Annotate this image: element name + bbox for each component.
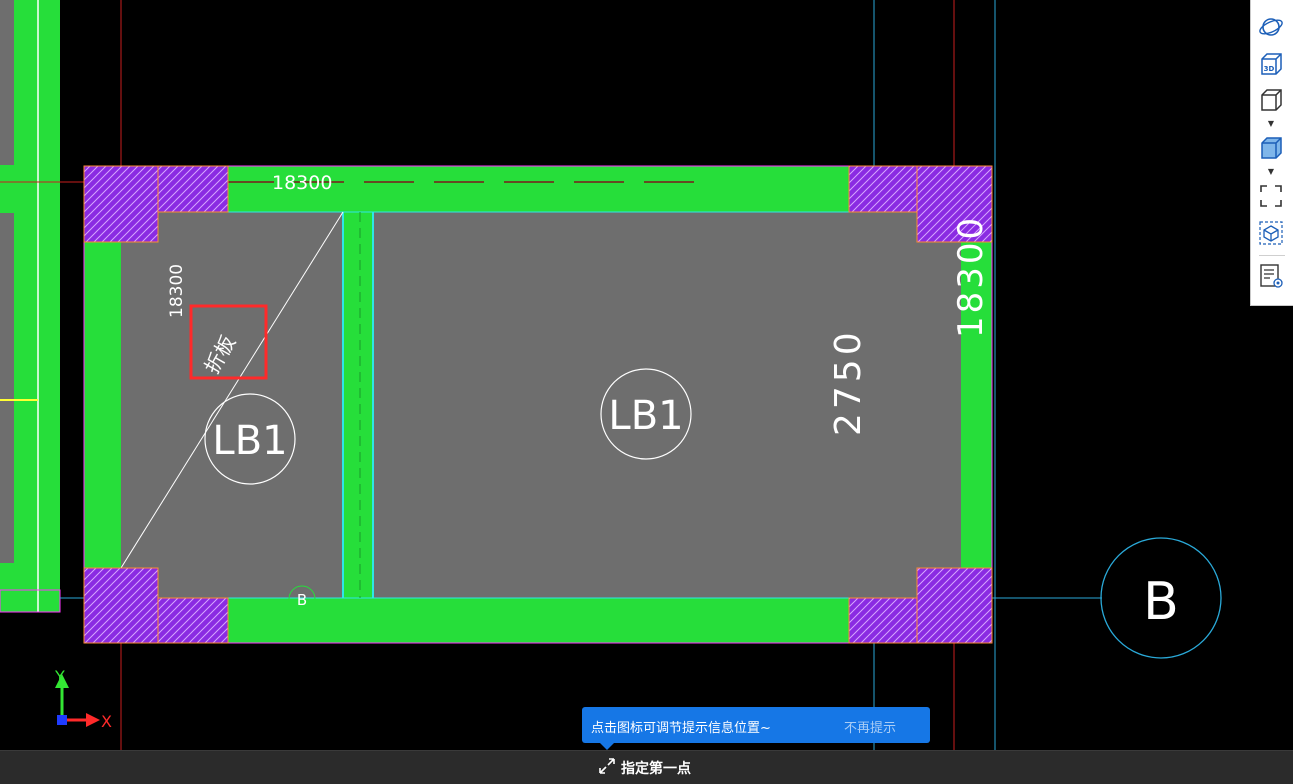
left-partial-structure xyxy=(0,0,61,613)
axis-label-small: B xyxy=(297,591,307,609)
dont-show-again-link[interactable]: 不再提示 xyxy=(844,717,896,736)
shaded-view-button[interactable] xyxy=(1257,134,1285,162)
wireframe-cube-icon xyxy=(1258,87,1284,113)
zoom-extents-button[interactable] xyxy=(1257,182,1285,210)
svg-text:3D: 3D xyxy=(1264,65,1275,73)
shaded-cube-icon xyxy=(1258,135,1284,161)
wireframe-view-button[interactable] xyxy=(1257,86,1285,114)
hint-message: 点击图标可调节提示信息位置~ xyxy=(591,721,771,736)
zoom-extents-icon xyxy=(1258,183,1284,209)
cad-drawing[interactable]: 18300 18300 18300 2750 LB1 LB1 折板 B B Y … xyxy=(0,0,1293,750)
caret-down-icon[interactable]: ▼ xyxy=(1266,168,1276,176)
ucs-y-label: Y xyxy=(54,667,65,686)
slab-left[interactable] xyxy=(121,212,343,598)
orbit-button[interactable] xyxy=(1257,13,1285,41)
hint-tooltip[interactable]: 点击图标可调节提示信息位置~ 不再提示 xyxy=(582,707,930,750)
slab-label-right: LB1 xyxy=(608,393,683,439)
dimension-left: 18300 xyxy=(167,264,187,318)
dimension-top: 18300 xyxy=(272,172,332,194)
drawing-canvas[interactable]: 18300 18300 18300 2750 LB1 LB1 折板 B B Y … xyxy=(0,0,1293,750)
view-toolbar: 3D ▼ ▼ xyxy=(1250,0,1293,306)
adjust-position-icon[interactable] xyxy=(597,756,617,776)
isolate-view-button[interactable] xyxy=(1257,219,1285,247)
orbit-icon xyxy=(1258,14,1284,40)
dimension-slab-span: 2750 xyxy=(828,328,869,436)
tooltip-arrow xyxy=(600,743,614,750)
axis-label-large: B xyxy=(1143,572,1179,632)
ucs-x-label: X xyxy=(101,712,112,731)
dimension-right: 18300 xyxy=(951,215,991,338)
isolate-view-icon xyxy=(1258,220,1284,246)
command-prompt: 指定第一点 xyxy=(621,761,691,777)
caret-down-icon[interactable]: ▼ xyxy=(1266,120,1276,128)
properties-panel-icon xyxy=(1258,263,1284,289)
slab-label-left: LB1 xyxy=(212,418,287,464)
3d-view-icon: 3D xyxy=(1258,51,1284,77)
3d-view-button[interactable]: 3D xyxy=(1257,50,1285,78)
properties-button[interactable] xyxy=(1257,262,1285,290)
